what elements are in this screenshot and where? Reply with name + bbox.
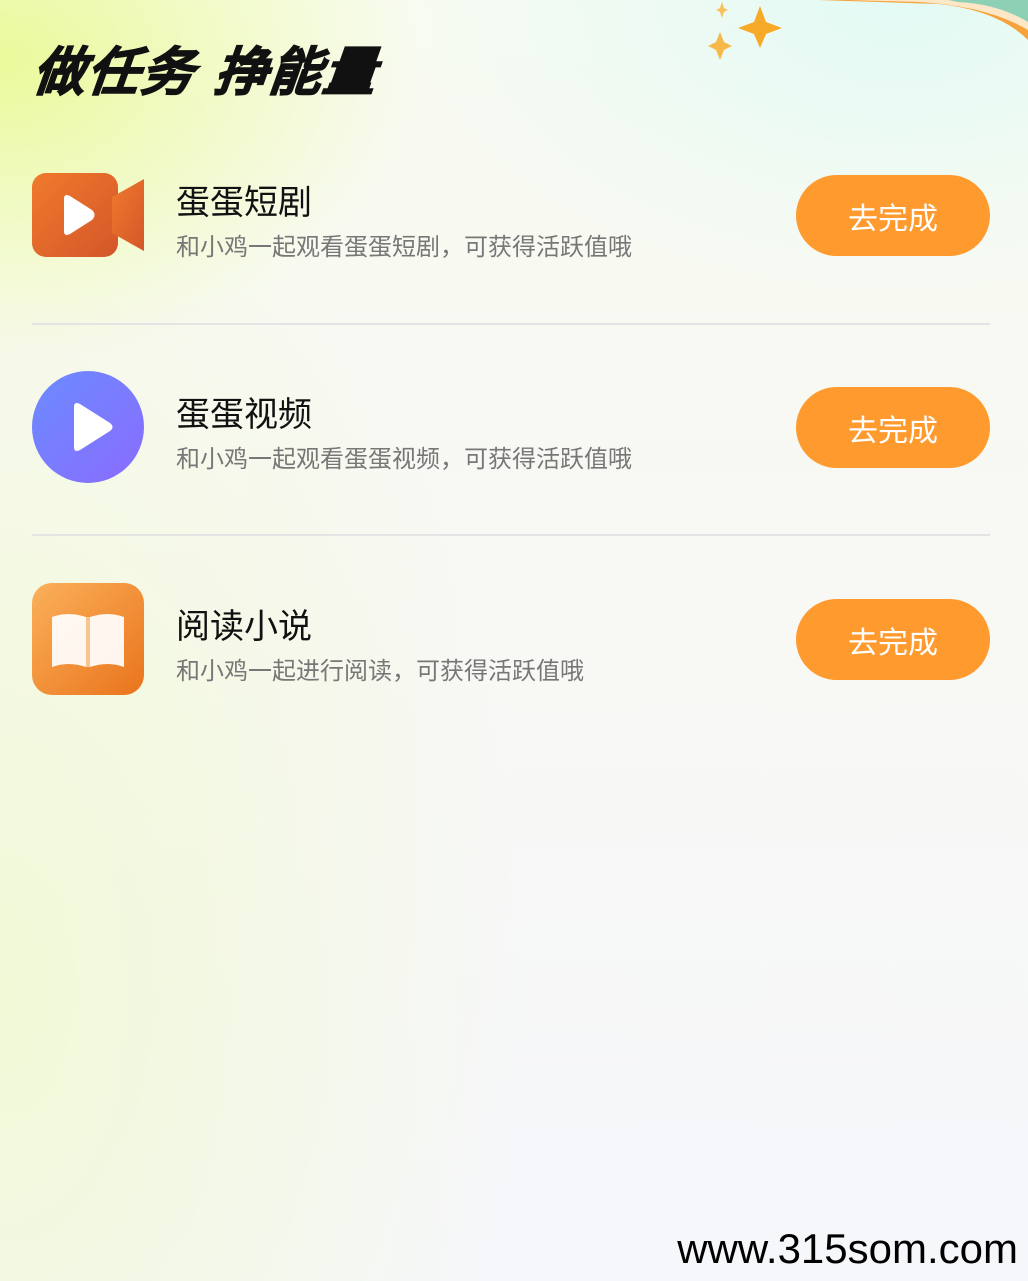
video-camera-icon (32, 171, 144, 259)
complete-task-button[interactable]: 去完成 (796, 175, 990, 256)
book-icon (32, 583, 144, 695)
task-item-video: 蛋蛋视频 和小鸡一起观看蛋蛋视频，可获得活跃值哦 去完成 (32, 371, 990, 483)
watermark: www.315som.com (677, 1225, 1018, 1272)
play-icon (32, 371, 144, 483)
complete-task-button[interactable]: 去完成 (796, 599, 990, 680)
complete-task-button[interactable]: 去完成 (796, 387, 990, 468)
task-item-short-drama: 蛋蛋短剧 和小鸡一起观看蛋蛋短剧，可获得活跃值哦 去完成 (32, 150, 990, 262)
task-description: 和小鸡一起观看蛋蛋短剧，可获得活跃值哦 (176, 233, 632, 261)
task-title: 蛋蛋短剧 (176, 183, 312, 223)
page-title: 做任务 挣能量 (30, 42, 382, 104)
task-title: 蛋蛋视频 (176, 395, 312, 435)
task-description: 和小鸡一起观看蛋蛋视频，可获得活跃值哦 (176, 445, 632, 473)
task-title: 阅读小说 (176, 607, 312, 647)
task-description: 和小鸡一起进行阅读，可获得活跃值哦 (176, 657, 584, 685)
sparkle-decoration (708, 0, 1028, 60)
task-item-novel: 阅读小说 和小鸡一起进行阅读，可获得活跃值哦 去完成 (32, 583, 990, 695)
divider (32, 534, 990, 536)
divider (32, 323, 990, 325)
